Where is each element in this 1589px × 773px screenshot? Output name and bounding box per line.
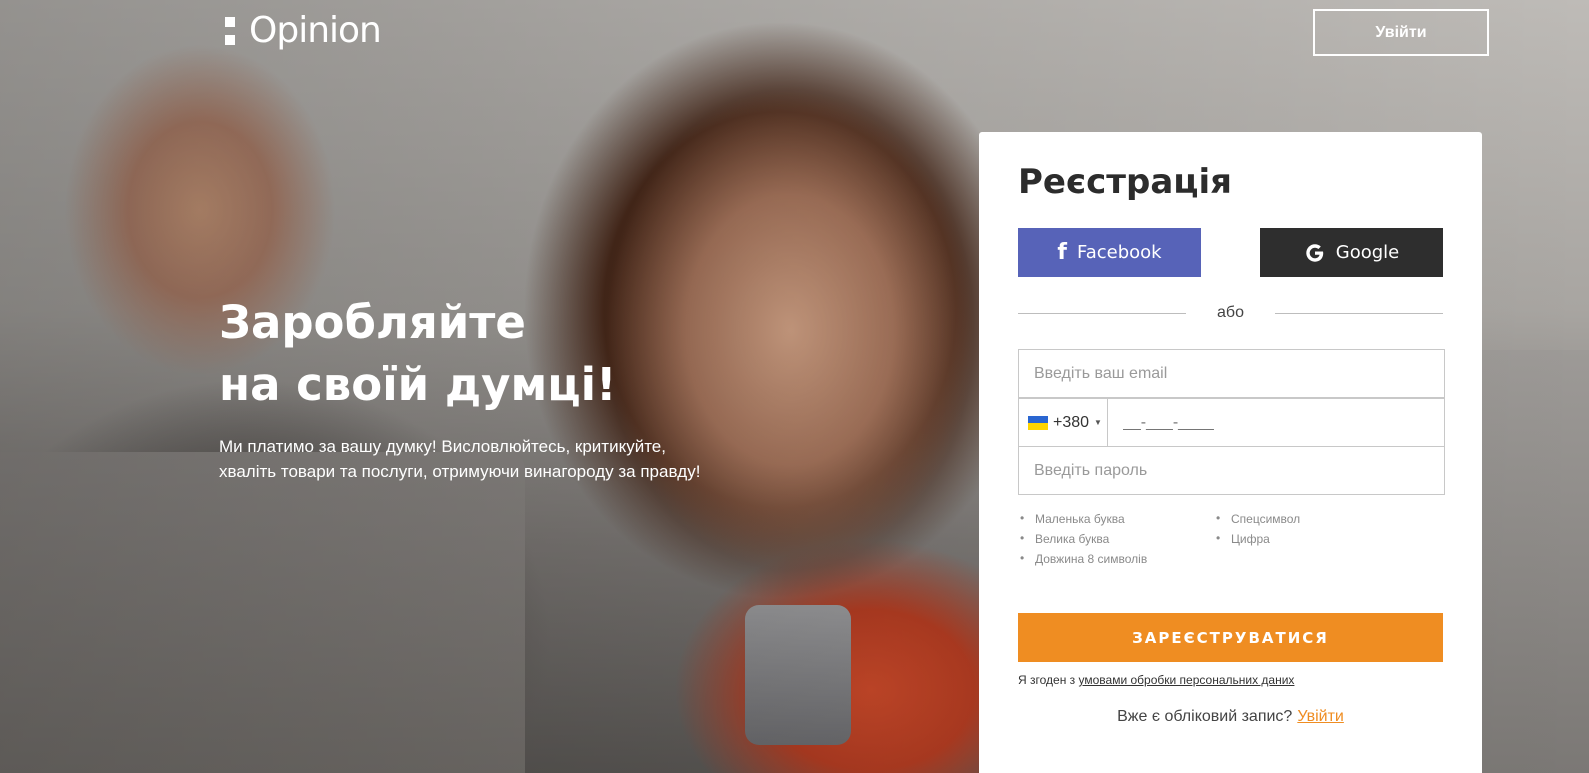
registration-card: Реєстрація f Facebook Google або +380 ▼ … <box>979 132 1482 773</box>
logo-mark-icon <box>225 16 235 45</box>
password-rule: Цифра <box>1215 531 1300 552</box>
consent-text: Я згоден з умовами обробки персональних … <box>1018 673 1294 687</box>
email-field[interactable] <box>1018 349 1445 398</box>
facebook-icon: f <box>1057 240 1067 265</box>
login-link[interactable]: Увійти <box>1297 708 1344 725</box>
privacy-terms-link[interactable]: умовами обробки персональних даних <box>1079 673 1295 687</box>
password-rule: Довжина 8 символів <box>1019 551 1147 572</box>
hero-subtitle: Ми платимо за вашу думку! Висловлюйтесь,… <box>219 434 759 484</box>
google-label: Google <box>1335 242 1400 263</box>
phone-input[interactable] <box>1108 399 1444 446</box>
hero-title-line1: Заробляйте <box>219 296 526 349</box>
hero-title-line2: на своїй думці! <box>219 358 617 411</box>
password-rules-list: Маленька буква Велика буква Довжина 8 си… <box>1019 511 1147 572</box>
hero-subtitle-line2: хваліть товари та послуги, отримуючи вин… <box>219 462 701 481</box>
consent-prefix: Я згоден з <box>1018 673 1079 687</box>
password-rule: Маленька буква <box>1019 511 1147 532</box>
phone-field: +380 ▼ <box>1018 398 1445 447</box>
google-signup-button[interactable]: Google <box>1260 228 1443 277</box>
logo[interactable]: Opinion <box>225 10 382 51</box>
logo-text: Opinion <box>249 10 382 51</box>
register-button[interactable]: ЗАРЕЄСТРУВАТИСЯ <box>1018 613 1443 662</box>
password-field[interactable] <box>1018 446 1445 495</box>
have-account-row: Вже є обліковий запис? Увійти <box>979 708 1482 726</box>
password-rules-list: Спецсимвол Цифра <box>1215 511 1300 552</box>
password-rule: Спецсимвол <box>1215 511 1300 532</box>
have-account-text: Вже є обліковий запис? <box>1117 708 1293 725</box>
or-divider: або <box>1018 303 1443 323</box>
country-code: +380 <box>1053 413 1090 431</box>
google-icon <box>1306 243 1323 262</box>
ukraine-flag-icon <box>1028 415 1048 430</box>
registration-title: Реєстрація <box>1018 162 1232 202</box>
chevron-down-icon: ▼ <box>1094 418 1102 427</box>
divider-line-right <box>1275 313 1443 314</box>
facebook-signup-button[interactable]: f Facebook <box>1018 228 1201 277</box>
hero-subtitle-line1: Ми платимо за вашу думку! Висловлюйтесь,… <box>219 437 666 456</box>
facebook-label: Facebook <box>1077 242 1162 263</box>
password-rule: Велика буква <box>1019 531 1147 552</box>
country-code-select[interactable]: +380 ▼ <box>1019 399 1108 446</box>
header-login-button[interactable]: Увійти <box>1313 9 1489 56</box>
hero-title: Заробляйте на своїй думці! <box>219 292 819 416</box>
